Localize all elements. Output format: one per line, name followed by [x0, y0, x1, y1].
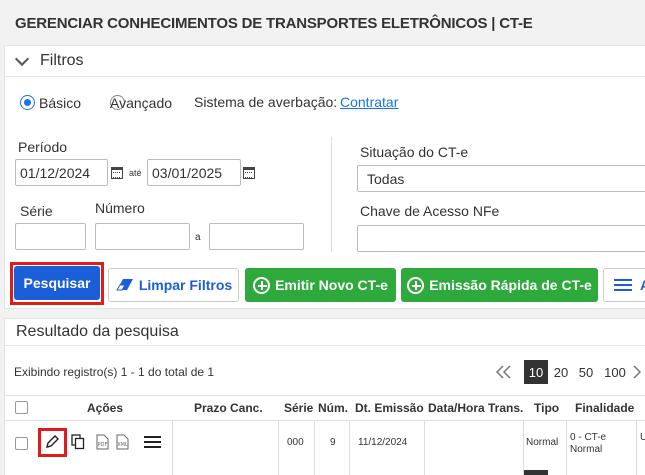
a-label: a: [195, 232, 201, 243]
date-to-input[interactable]: 03/01/2025: [147, 159, 241, 186]
col-acoes[interactable]: Ações: [87, 401, 123, 415]
select-all-checkbox[interactable]: [15, 401, 28, 414]
chave-input[interactable]: [357, 225, 645, 252]
cell-divider: [424, 421, 425, 475]
date-from-input[interactable]: 01/12/2024: [15, 159, 108, 186]
radio-advanced-label[interactable]: Avançado: [110, 95, 172, 111]
quick-cte-button[interactable]: Emissão Rápida de CT-e: [401, 268, 598, 302]
chevron-down-icon: [14, 51, 30, 66]
pdf-file-icon[interactable]: PDF: [96, 434, 109, 450]
page-size-50[interactable]: 50: [575, 360, 597, 384]
col-tipo[interactable]: Tipo: [534, 401, 559, 415]
calendar-icon[interactable]: [111, 167, 123, 179]
eraser-icon: [115, 279, 133, 291]
next-page-icon[interactable]: [632, 365, 642, 379]
row-checkbox[interactable]: [15, 437, 28, 450]
xml-file-icon[interactable]: XML: [116, 434, 129, 450]
page-size-100[interactable]: 100: [601, 360, 629, 384]
cell-divider: [636, 421, 637, 475]
numero-to-input[interactable]: [209, 223, 304, 250]
averbacao-label: Sistema de averbação:: [194, 94, 338, 110]
results-header-label: Resultado da pesquisa: [16, 323, 179, 340]
bottom-pager-active: [524, 470, 548, 475]
results-header: Resultado da pesquisa: [5, 319, 645, 346]
col-transmissao[interactable]: Data/Hora Trans.: [428, 401, 523, 415]
filters-divider: [331, 137, 332, 252]
col-numero[interactable]: Núm.: [318, 401, 348, 415]
contratar-link[interactable]: Contratar: [340, 94, 398, 110]
cell-numero: 9: [330, 437, 336, 448]
table-header-border: [5, 420, 645, 421]
situacao-label: Situação do CT-e: [360, 144, 469, 160]
cell-serie: 000: [287, 437, 304, 448]
radio-basic[interactable]: [20, 95, 35, 110]
filters-header[interactable]: Filtros: [5, 46, 645, 77]
first-page-icon[interactable]: [495, 365, 515, 379]
svg-text:PDF: PDF: [98, 442, 108, 448]
more-actions-button[interactable]: A: [603, 268, 645, 302]
col-emissao[interactable]: Dt. Emissão: [355, 401, 424, 415]
chave-label: Chave de Acesso NFe: [360, 203, 500, 219]
cell-emissao: 11/12/2024: [358, 437, 408, 448]
serie-label: Série: [20, 203, 53, 219]
new-cte-button[interactable]: Emitir Novo CT-e: [245, 268, 396, 302]
situacao-select[interactable]: Todas: [357, 165, 645, 192]
clear-filters-label: Limpar Filtros: [138, 277, 233, 293]
numero-label: Número: [95, 200, 145, 216]
cell-finalidade: 0 - CT-e Normal: [570, 432, 607, 455]
results-panel: Resultado da pesquisa: [4, 318, 645, 475]
cell-extra: U: [640, 432, 645, 443]
col-serie[interactable]: Série: [284, 401, 313, 415]
page-title: GERENCIAR CONHECIMENTOS DE TRANSPORTES E…: [15, 15, 533, 32]
clear-filters-button[interactable]: Limpar Filtros: [108, 268, 239, 302]
numero-from-input[interactable]: [95, 223, 190, 250]
table-top-border: [5, 395, 645, 396]
results-summary: Exibindo registro(s) 1 - 1 do total de 1: [14, 365, 215, 379]
menu-icon: [614, 279, 632, 291]
copy-icon[interactable]: [71, 434, 85, 450]
ate-label: até: [129, 168, 142, 178]
more-actions-label: A: [640, 277, 645, 293]
quick-cte-label: Emissão Rápida de CT-e: [429, 277, 592, 293]
cell-divider: [278, 421, 279, 475]
plus-circle-icon: [407, 276, 425, 294]
new-cte-label: Emitir Novo CT-e: [275, 277, 388, 293]
plus-circle-icon: [253, 276, 271, 294]
edit-icon-highlight: [38, 428, 67, 457]
page-size-20[interactable]: 20: [550, 360, 572, 384]
calendar-icon[interactable]: [243, 167, 255, 179]
col-prazo[interactable]: Prazo Canc.: [194, 401, 263, 415]
cell-divider: [566, 421, 567, 475]
col-finalidade[interactable]: Finalidade: [575, 401, 634, 415]
filters-header-label: Filtros: [40, 52, 84, 69]
cell-divider: [349, 421, 350, 475]
serie-input[interactable]: [15, 223, 86, 250]
svg-text:XML: XML: [117, 442, 128, 448]
page-size-10[interactable]: 10: [524, 360, 548, 384]
cell-divider: [314, 421, 315, 475]
cell-divider: [523, 421, 524, 475]
periodo-label: Período: [18, 139, 68, 155]
row-menu-icon[interactable]: [144, 435, 161, 449]
cell-tipo: Normal: [526, 437, 559, 448]
radio-basic-label[interactable]: Básico: [39, 95, 81, 111]
search-button-highlight: [10, 262, 104, 305]
cell-divider: [172, 421, 173, 475]
